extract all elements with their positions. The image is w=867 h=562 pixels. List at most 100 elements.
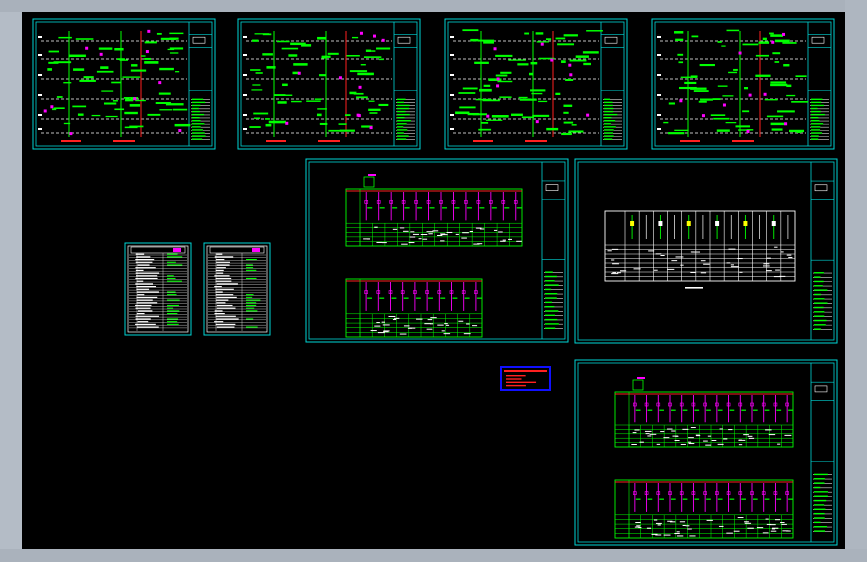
cell-text xyxy=(381,321,385,323)
circuit-label xyxy=(404,207,410,209)
equipment-mark xyxy=(563,104,573,107)
equipment-mark xyxy=(376,47,391,50)
device-mark xyxy=(297,71,301,75)
floor-label xyxy=(657,94,661,96)
cell-text xyxy=(500,240,506,242)
device-symbol xyxy=(771,221,776,226)
equipment-mark xyxy=(365,49,372,52)
equipment-mark xyxy=(557,43,575,46)
cell-text xyxy=(671,430,676,432)
equipment-mark xyxy=(77,113,84,116)
floor-label xyxy=(243,54,247,56)
equipment-mark xyxy=(561,132,572,136)
equipment-mark xyxy=(536,41,549,43)
cell-text xyxy=(367,238,371,240)
equipment-mark xyxy=(273,94,286,96)
equipment-mark xyxy=(346,54,360,57)
device-mark xyxy=(50,105,54,109)
equipment-mark xyxy=(470,38,479,42)
device-mark xyxy=(338,76,342,80)
device-mark xyxy=(493,47,497,51)
row-value xyxy=(246,304,257,306)
cell-text xyxy=(666,428,673,430)
circuit-label xyxy=(776,409,782,411)
equipment-mark xyxy=(481,122,489,124)
window-right-border xyxy=(845,0,867,562)
cad-canvas[interactable] xyxy=(22,12,845,549)
floor-label xyxy=(657,74,661,76)
row-text xyxy=(137,294,145,296)
row-text xyxy=(216,272,224,274)
cell-text xyxy=(707,435,712,437)
cell-text xyxy=(690,272,696,274)
equipment-mark xyxy=(328,129,341,132)
device-mark xyxy=(496,77,500,81)
equipment-mark xyxy=(546,127,559,131)
row-value xyxy=(246,269,257,271)
row-text xyxy=(137,321,149,323)
cell-text xyxy=(612,263,619,265)
equipment-mark xyxy=(786,94,796,97)
row-text xyxy=(215,315,236,317)
device-mark xyxy=(763,92,767,96)
cell-text xyxy=(690,427,696,429)
equipment-mark xyxy=(63,122,71,125)
equipment-mark xyxy=(700,98,713,101)
equipment-mark xyxy=(349,70,368,73)
row-value xyxy=(246,302,257,304)
cell-text xyxy=(403,325,410,327)
cell-text xyxy=(771,528,776,530)
cell-text xyxy=(377,332,385,334)
floor-label xyxy=(657,36,661,38)
header-mark xyxy=(173,248,181,252)
cell-text xyxy=(786,254,792,256)
equipment-mark xyxy=(485,119,503,121)
cell-text xyxy=(644,430,652,432)
cad-drawing-viewport[interactable] xyxy=(22,12,845,549)
equipment-mark xyxy=(524,32,530,35)
equipment-mark xyxy=(519,98,537,101)
equipment-mark xyxy=(144,61,159,64)
equipment-mark xyxy=(742,110,750,113)
equipment-mark xyxy=(174,123,191,127)
row-text xyxy=(136,275,158,277)
equipment-mark xyxy=(786,84,792,88)
cell-text xyxy=(383,330,390,332)
legend-note-box[interactable] xyxy=(500,366,551,391)
device-symbol xyxy=(630,221,635,226)
equipment-mark xyxy=(144,41,157,44)
equipment-mark xyxy=(360,64,366,66)
row-value xyxy=(246,326,258,328)
equipment-mark xyxy=(105,115,118,118)
equipment-mark xyxy=(140,55,146,57)
cell-text xyxy=(408,242,415,244)
cell-text xyxy=(679,521,686,523)
cell-text xyxy=(663,534,671,536)
equipment-mark xyxy=(83,76,94,79)
equipment-mark xyxy=(528,72,534,76)
cell-text xyxy=(738,444,743,446)
cell-text xyxy=(775,269,780,271)
equipment-mark xyxy=(111,81,122,84)
equipment-mark xyxy=(371,50,376,52)
equipment-mark xyxy=(586,30,603,32)
equipment-mark xyxy=(735,125,751,128)
row-value xyxy=(167,323,179,325)
device-mark xyxy=(359,31,363,35)
cell-text xyxy=(688,441,692,443)
cell-text xyxy=(762,532,769,534)
device-mark xyxy=(569,73,573,77)
cell-text xyxy=(674,440,680,442)
note-mark xyxy=(680,140,700,142)
cell-text xyxy=(660,431,665,433)
floor-label xyxy=(38,74,42,76)
row-text xyxy=(135,259,155,261)
equipment-mark xyxy=(742,43,759,46)
equipment-mark xyxy=(716,129,730,132)
circuit-label xyxy=(635,409,641,411)
cell-text xyxy=(717,443,724,445)
cell-text xyxy=(682,524,686,526)
cell-text xyxy=(777,443,781,445)
cell-text xyxy=(493,229,498,231)
cell-text xyxy=(616,272,621,274)
